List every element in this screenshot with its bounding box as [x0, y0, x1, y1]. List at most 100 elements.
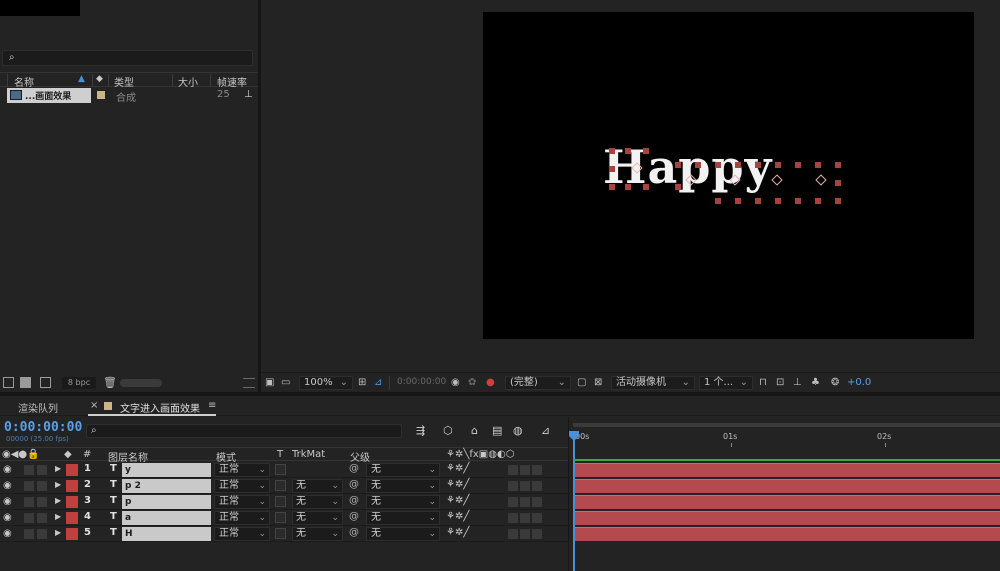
transform-handle[interactable] [835, 198, 841, 204]
parent-dropdown[interactable]: 无 ⌄ [366, 495, 440, 509]
switch-box[interactable] [520, 497, 530, 507]
pick-whip-icon[interactable]: @ [349, 511, 359, 522]
layer-row[interactable]: ◉ ▶ 4 T a 正常 ⌄ 无 ⌄ @ 无 ⌄ ⚘✲╱ [0, 510, 568, 526]
panel-menu-icon[interactable]: ≡ [208, 400, 216, 411]
camera-dropdown[interactable]: 活动摄像机 ⌄ [611, 376, 695, 390]
parent-dropdown[interactable]: 无 ⌄ [366, 511, 440, 525]
transform-handle[interactable] [643, 184, 649, 190]
exposure-value[interactable]: +0.0 [847, 377, 871, 388]
track-matte-dropdown[interactable]: 无 ⌄ [292, 479, 343, 493]
parent-dropdown[interactable]: 无 ⌄ [366, 479, 440, 493]
interpret-footage-icon[interactable] [3, 377, 14, 388]
fast-preview-icon[interactable]: ⊡ [776, 377, 784, 388]
grid-icon[interactable]: ⊞ [358, 377, 366, 388]
lock-toggle[interactable] [37, 529, 47, 539]
layer-row[interactable]: ◉ ▶ 1 T y 正常 ⌄ @ 无 ⌄ ⚘✲╱ [0, 462, 568, 478]
visibility-eye-icon[interactable]: ◉ [3, 528, 12, 539]
new-composition-icon[interactable] [40, 377, 51, 388]
frame-blending-icon[interactable]: ▤ [492, 424, 502, 437]
column-type[interactable]: 类型 [114, 74, 134, 89]
visibility-eye-icon[interactable]: ◉ [3, 480, 12, 491]
layer-switches-icons[interactable]: ⚘✲╱ [446, 463, 469, 474]
column-t[interactable]: T [277, 449, 283, 460]
transform-handle[interactable] [775, 162, 781, 168]
project-item-row[interactable]: ...画面效果 合成 25 ⊥ [0, 88, 258, 104]
track-matte-dropdown[interactable]: 无 ⌄ [292, 495, 343, 509]
switch-box[interactable] [508, 529, 518, 539]
layer-duration-bar[interactable] [575, 527, 1000, 541]
layer-label-color[interactable] [66, 528, 78, 540]
switch-box[interactable] [508, 513, 518, 523]
layer-name[interactable]: a [122, 511, 211, 525]
switch-box[interactable] [508, 481, 518, 491]
blend-mode-dropdown[interactable]: 正常 ⌄ [214, 463, 270, 477]
work-area-bar[interactable] [573, 423, 1000, 427]
layer-switches-icons[interactable]: ⚘✲╱ [446, 495, 469, 506]
transform-handle[interactable] [675, 184, 681, 190]
layer-name[interactable]: y [122, 463, 211, 477]
project-search-input[interactable]: ⌕ [2, 50, 253, 66]
layer-duration-bar[interactable] [575, 511, 1000, 525]
layer-name[interactable]: p [122, 495, 211, 509]
transform-handle[interactable] [795, 198, 801, 204]
transform-handle[interactable] [695, 162, 701, 168]
new-folder-icon[interactable] [20, 377, 31, 388]
preserve-transparency-toggle[interactable] [275, 464, 286, 475]
timeline-track-area[interactable]: 00s 01s 02s [568, 417, 1000, 571]
transform-handle[interactable] [735, 198, 741, 204]
expand-arrow-icon[interactable]: ▶ [55, 496, 61, 505]
transform-handle[interactable] [835, 180, 841, 186]
layer-duration-bar[interactable] [575, 479, 1000, 493]
layer-row[interactable]: ◉ ▶ 2 T p 2 正常 ⌄ 无 ⌄ @ 无 ⌄ ⚘✲╱ [0, 478, 568, 494]
transform-handle[interactable] [815, 162, 821, 168]
show-snapshot-icon[interactable]: ✿ [468, 377, 476, 388]
camera-snapshot-icon[interactable]: ◉ [451, 377, 460, 388]
switch-box[interactable] [508, 497, 518, 507]
tab-composition[interactable]: 文字进入画面效果 [120, 400, 200, 415]
close-icon[interactable]: × [90, 400, 98, 411]
transform-handle[interactable] [625, 184, 631, 190]
expand-arrow-icon[interactable]: ▶ [55, 464, 61, 473]
lock-toggle[interactable] [37, 465, 47, 475]
column-name[interactable]: 名称 [14, 74, 34, 89]
viewer-timecode[interactable]: 0:00:00:00 [397, 377, 446, 387]
visibility-eye-icon[interactable]: ◉ [3, 464, 12, 475]
flowchart-icon[interactable]: ⊥ [244, 89, 253, 100]
display-icon[interactable]: ▭ [281, 377, 290, 388]
transform-handle[interactable] [755, 162, 761, 168]
bit-depth-button[interactable]: 8 bpc [62, 377, 96, 389]
anchor-point-icon[interactable] [771, 174, 783, 186]
switch-box[interactable] [520, 529, 530, 539]
layer-label-color[interactable] [66, 464, 78, 476]
preserve-transparency-toggle[interactable] [275, 512, 286, 523]
pick-whip-icon[interactable]: @ [349, 527, 359, 538]
audio-toggle[interactable] [24, 513, 34, 523]
anchor-point-icon[interactable] [815, 174, 827, 186]
expand-arrow-icon[interactable]: ▶ [55, 528, 61, 537]
shy-layers-icon[interactable]: ⌂ [471, 424, 478, 437]
zoom-dropdown[interactable]: 100% ⌄ [299, 376, 353, 390]
layer-name[interactable]: p 2 [122, 479, 211, 493]
switch-box[interactable] [508, 465, 518, 475]
reset-exposure-icon[interactable]: ❂ [831, 377, 839, 388]
lock-toggle[interactable] [37, 481, 47, 491]
visibility-eye-icon[interactable]: ◉ [3, 512, 12, 523]
column-size[interactable]: 大小 [178, 74, 198, 89]
transform-handle[interactable] [755, 198, 761, 204]
switch-box[interactable] [532, 497, 542, 507]
track-matte-dropdown[interactable]: 无 ⌄ [292, 527, 343, 541]
av-features-icons[interactable]: ◉◀●🔒 [2, 449, 40, 460]
composition-canvas[interactable]: Happy [483, 12, 974, 339]
switch-box[interactable] [532, 465, 542, 475]
motion-blur-icon[interactable]: ◍ [513, 424, 523, 437]
transform-handle[interactable] [675, 162, 681, 168]
layer-switches-icons[interactable]: ⚘✲╱ [446, 479, 469, 490]
preserve-transparency-toggle[interactable] [275, 480, 286, 491]
blend-mode-dropdown[interactable]: 正常 ⌄ [214, 479, 270, 493]
audio-toggle[interactable] [24, 529, 34, 539]
flowchart-icon[interactable]: ♣ [811, 377, 820, 388]
column-trkmat[interactable]: TrkMat [292, 449, 325, 460]
layer-name[interactable]: H [122, 527, 211, 541]
transform-handle[interactable] [609, 184, 615, 190]
switch-box[interactable] [520, 465, 530, 475]
